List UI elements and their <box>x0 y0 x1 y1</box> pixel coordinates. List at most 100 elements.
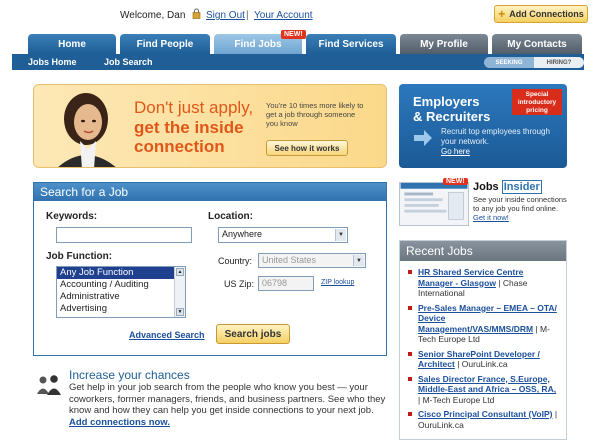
location-value: Anywhere <box>222 229 263 239</box>
promo-subtext: You're 10 times more likely to get a job… <box>266 101 364 128</box>
get-it-now-link[interactable]: Get it now! <box>473 213 509 222</box>
tab-find-people[interactable]: Find People <box>120 34 210 54</box>
promo-headline-2: get the inside <box>134 118 244 137</box>
add-connections-label: Add Connections <box>509 9 584 19</box>
seeking-hiring-toggle[interactable]: SEEKING HIRING? <box>484 57 584 68</box>
increase-title: Increase your chances <box>69 368 190 382</box>
promo-headline-3: connection <box>134 137 225 156</box>
zip-lookup-link[interactable]: ZIP lookup <box>321 279 354 286</box>
insider-title-b: Insider <box>501 180 542 194</box>
scroll-down-icon[interactable]: ▼ <box>176 308 184 316</box>
country-label: Country: <box>218 256 253 266</box>
tab-home-label: Home <box>58 38 86 50</box>
add-connections-button[interactable]: + Add Connections <box>494 5 588 23</box>
keywords-input[interactable] <box>56 227 192 243</box>
plus-icon: + <box>498 7 506 21</box>
job-function-listbox[interactable]: Any Job Function Accounting / Auditing A… <box>56 266 186 318</box>
list-item[interactable]: Accounting / Auditing <box>57 279 185 291</box>
bullet-icon <box>408 376 412 381</box>
tab-home[interactable]: Home <box>28 34 116 54</box>
keywords-label: Keywords: <box>46 211 98 222</box>
location-label: Location: <box>208 211 253 222</box>
promo-banner: Don't just apply, get the inside connect… <box>33 84 387 168</box>
country-select[interactable]: United States ▼ <box>258 253 366 268</box>
employers-desc-text: Recruit top employees through your netwo… <box>441 127 550 146</box>
sub-nav: Jobs Home Job Search SEEKING HIRING? <box>12 54 584 70</box>
add-connections-link[interactable]: Add connections now. <box>69 417 170 428</box>
main-nav: Home Find People Find Jobs NEW! Find Ser… <box>0 30 596 54</box>
new-badge: NEW! <box>281 30 306 39</box>
tab-my-contacts-label: My Contacts <box>507 38 567 50</box>
your-account-link[interactable]: Your Account <box>254 10 313 21</box>
list-item: Senior SharePoint Developer / Architect … <box>408 349 560 370</box>
list-item: Cisco Principal Consultant (VoIP) | Ouru… <box>408 409 560 430</box>
tab-find-jobs-label: Find Jobs <box>234 38 282 50</box>
seeking-option[interactable]: SEEKING <box>484 57 534 68</box>
separator: | <box>246 10 249 21</box>
top-bar: Welcome, Dan Sign Out | Your Account + A… <box>0 0 596 30</box>
listbox-scrollbar[interactable]: ▲ ▼ <box>174 267 185 317</box>
employers-description: Recruit top employees through your netwo… <box>441 127 561 157</box>
list-item: Sales Director France, S.Europe, Middle-… <box>408 374 560 406</box>
chevron-down-icon: ▼ <box>353 255 364 266</box>
sign-out-link[interactable]: Sign Out <box>206 10 245 21</box>
recruiters-title: & Recruiters <box>413 109 491 124</box>
tab-my-profile-label: My Profile <box>420 38 468 50</box>
insider-description: See your inside connections to any job y… <box>473 195 569 222</box>
see-how-it-works-button[interactable]: See how it works <box>266 140 348 156</box>
subnav-job-search[interactable]: Job Search <box>104 57 153 67</box>
advanced-search-link[interactable]: Advanced Search <box>129 330 205 340</box>
tab-find-services[interactable]: Find Services <box>306 34 396 54</box>
bullet-icon <box>408 351 412 356</box>
scroll-up-icon[interactable]: ▲ <box>176 268 184 276</box>
subnav-jobs-home[interactable]: Jobs Home <box>28 57 77 67</box>
special-pricing-badge: Special introductory pricing <box>512 89 562 115</box>
list-item[interactable]: Administrative <box>57 291 185 303</box>
promo-headline-1: Don't just apply, <box>134 98 254 117</box>
tab-find-people-label: Find People <box>136 38 194 50</box>
zip-input[interactable]: 06798 <box>258 276 314 291</box>
employers-recruiters-box: Employers & Recruiters Special introduct… <box>399 84 567 168</box>
jobs-insider-title: Jobs Insider <box>473 180 542 194</box>
welcome-text: Welcome, Dan <box>120 10 186 21</box>
zip-label: US Zip: <box>224 279 255 289</box>
insider-title-a: Jobs <box>473 181 499 193</box>
increase-chances-section: Increase your chances Get help in your j… <box>36 368 390 438</box>
job-title-link[interactable]: Sales Director France, S.Europe, Middle-… <box>418 374 556 395</box>
go-here-link[interactable]: Go here <box>441 147 470 156</box>
hiring-option[interactable]: HIRING? <box>534 57 584 68</box>
arrow-right-icon <box>414 130 432 146</box>
tab-my-contacts[interactable]: My Contacts <box>492 34 582 54</box>
job-function-label: Job Function: <box>46 251 113 262</box>
job-search-panel: Search for a Job Keywords: Location: Any… <box>33 182 387 356</box>
tab-my-profile[interactable]: My Profile <box>400 34 488 54</box>
insider-new-badge: NEW! <box>443 178 468 185</box>
job-company: | M-Tech Europe Ltd <box>418 394 495 405</box>
list-item[interactable]: Advertising <box>57 303 185 315</box>
country-value: United States <box>262 255 317 265</box>
job-title-link[interactable]: Cisco Principal Consultant (VoIP) <box>418 409 552 419</box>
chevron-down-icon: ▼ <box>335 229 346 241</box>
people-icon <box>37 375 61 395</box>
location-select[interactable]: Anywhere ▼ <box>218 227 348 243</box>
bullet-icon <box>408 305 412 310</box>
search-jobs-button[interactable]: Search jobs <box>216 324 290 344</box>
recent-jobs-list: HR Shared Service Centre Manager - Glasg… <box>400 261 566 430</box>
list-item: Pre-Sales Manager – EMEA – OTA/ Device M… <box>408 303 560 345</box>
job-company: | OuruLink.ca <box>454 359 508 369</box>
list-item: HR Shared Service Centre Manager - Glasg… <box>408 267 560 299</box>
increase-body: Get help in your job search from the peo… <box>69 382 391 428</box>
recent-jobs-title: Recent Jobs <box>400 241 566 261</box>
increase-body-text: Get help in your job search from the peo… <box>69 382 386 416</box>
recent-jobs-panel: Recent Jobs HR Shared Service Centre Man… <box>399 240 567 440</box>
lock-icon <box>192 8 201 19</box>
insider-screenshot-thumbnail <box>399 182 469 226</box>
woman-photo <box>58 93 116 167</box>
bullet-icon <box>408 270 412 274</box>
insider-desc-text: See your inside connections to any job y… <box>473 195 567 213</box>
bullet-icon <box>408 412 412 416</box>
employers-title: Employers <box>413 94 480 109</box>
search-panel-title: Search for a Job <box>34 183 386 201</box>
list-item[interactable]: Any Job Function <box>57 267 185 279</box>
jobs-insider-promo: NEW! Jobs Insider See your inside connec… <box>399 178 567 230</box>
